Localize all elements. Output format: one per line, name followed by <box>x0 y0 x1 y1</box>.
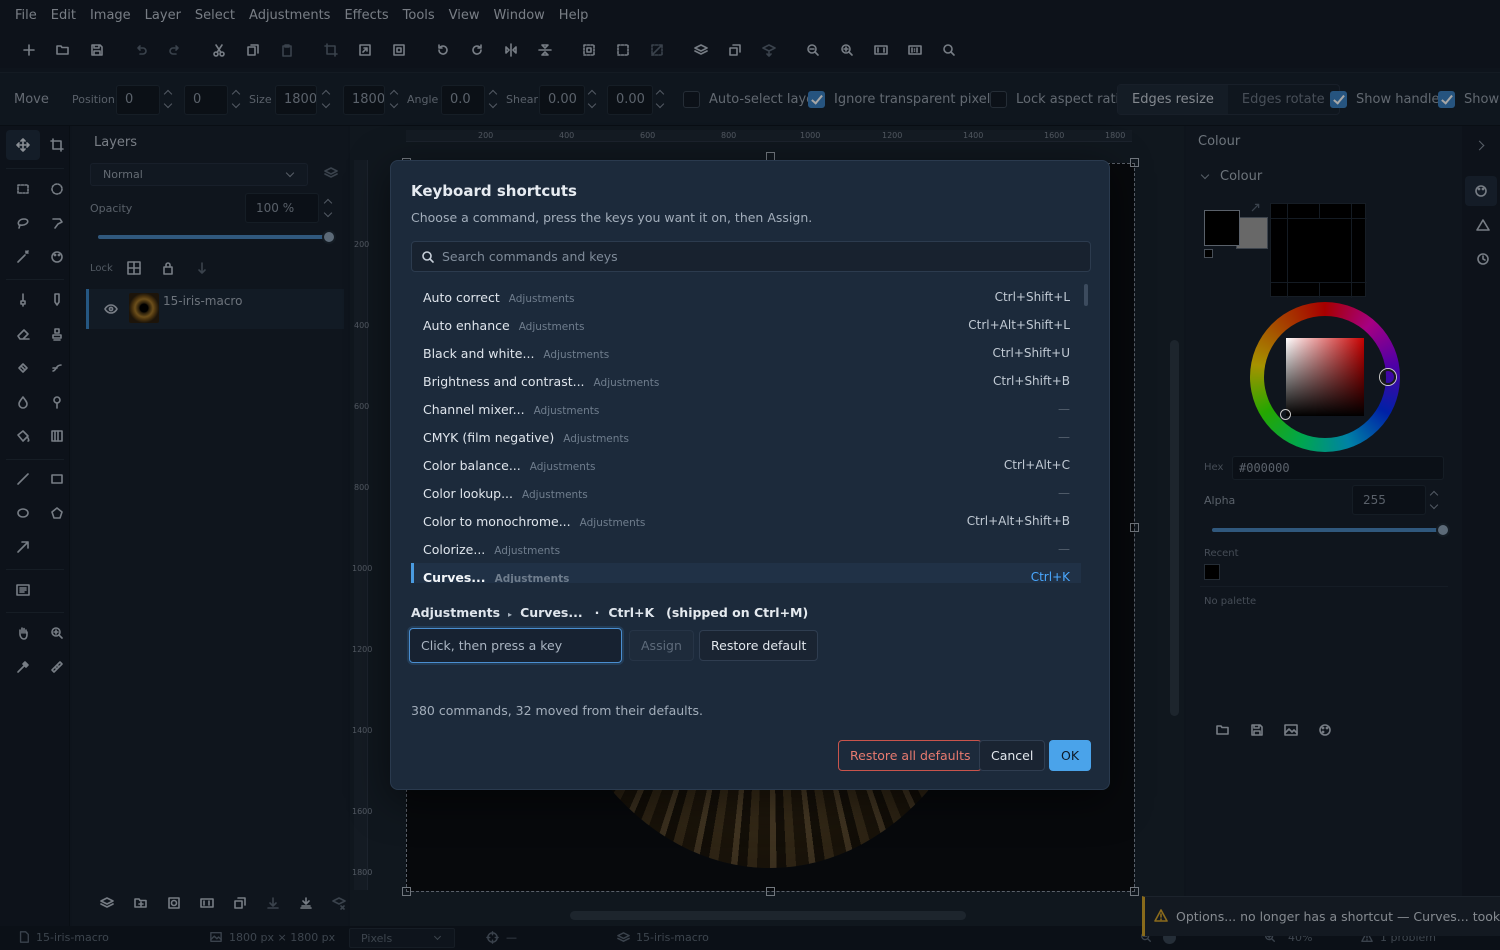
command-category: Adjustments <box>522 489 588 501</box>
breadcrumb-command: Curves... <box>520 605 583 620</box>
command-shortcut: — <box>1058 430 1070 444</box>
command-category: Adjustments <box>529 461 596 473</box>
command-name: CMYK (film negative) Adjustments <box>423 430 629 445</box>
command-name: Brightness and contrast... Adjustments <box>423 374 659 389</box>
command-shortcut: Ctrl+Alt+Shift+B <box>966 514 1070 528</box>
command-shortcut: — <box>1058 486 1070 500</box>
command-label: Curves... <box>423 570 486 583</box>
dialog-title: Keyboard shortcuts <box>411 182 577 200</box>
command-category: Adjustments <box>579 517 646 529</box>
command-category: Adjustments <box>563 433 630 445</box>
command-label: Colorize... <box>423 542 486 557</box>
command-label: Black and white... <box>423 346 535 361</box>
command-category: Adjustments <box>508 293 575 305</box>
assign-button[interactable]: Assign <box>629 630 694 661</box>
command-name: Color to monochrome... Adjustments <box>423 514 645 529</box>
command-category: Adjustments <box>533 405 600 417</box>
command-category: Adjustments <box>593 377 660 389</box>
command-label: Brightness and contrast... <box>423 374 585 389</box>
command-category: Adjustments <box>543 349 610 361</box>
command-name: Colorize... Adjustments <box>423 542 560 557</box>
command-name: Black and white... Adjustments <box>423 346 609 361</box>
command-label: Auto enhance <box>423 318 510 333</box>
command-count-text: 380 commands, 32 moved from their defaul… <box>411 703 704 718</box>
command-shortcut: — <box>1058 542 1070 556</box>
restore-all-defaults-button[interactable]: Restore all defaults <box>838 740 983 771</box>
command-row[interactable]: Color balance... Adjustments Ctrl+Alt+C <box>411 451 1081 479</box>
command-name: Color lookup... Adjustments <box>423 486 588 501</box>
command-label: Color lookup... <box>423 486 514 501</box>
command-name: Auto correct Adjustments <box>423 290 575 305</box>
command-label: Color balance... <box>423 458 521 473</box>
breadcrumb-keys: Ctrl+K <box>608 605 655 620</box>
breadcrumb-shipped: (shipped on Ctrl+M) <box>666 605 809 620</box>
command-row[interactable]: Colorize... Adjustments — <box>411 535 1081 563</box>
command-row[interactable]: Color lookup... Adjustments — <box>411 479 1081 507</box>
command-row[interactable]: Color to monochrome... Adjustments Ctrl+Al… <box>411 507 1081 535</box>
colour-picker-ring[interactable] <box>1280 409 1291 420</box>
command-category: Adjustments <box>518 321 585 333</box>
command-shortcut: Ctrl+Alt+Shift+L <box>968 318 1070 332</box>
search-input[interactable] <box>442 242 1082 271</box>
search-icon <box>421 250 435 267</box>
command-shortcut: Ctrl+Shift+L <box>994 290 1070 304</box>
command-row[interactable]: Channel mixer... Adjustments — <box>411 395 1081 423</box>
command-list: Auto correct Adjustments Ctrl+Shift+L Auto … <box>411 283 1081 583</box>
command-shortcut: Ctrl+K <box>1030 570 1070 583</box>
command-row[interactable]: Black and white... Adjustments Ctrl+Shift+… <box>411 339 1081 367</box>
command-shortcut: — <box>1058 402 1070 416</box>
command-name: Auto enhance Adjustments <box>423 318 584 333</box>
command-label: Auto correct <box>423 290 500 305</box>
breadcrumb-category: Adjustments <box>411 605 501 620</box>
restore-default-button[interactable]: Restore default <box>699 630 819 661</box>
command-row[interactable]: CMYK (film negative) Adjustments — <box>411 423 1081 451</box>
dialog-subtitle: Choose a command, press the keys you wan… <box>411 210 813 225</box>
command-shortcut: Ctrl+Shift+U <box>992 346 1070 360</box>
command-row[interactable]: Auto correct Adjustments Ctrl+Shift+L <box>411 283 1081 311</box>
hue-picker-ring[interactable] <box>1380 369 1396 385</box>
command-row[interactable]: Curves... Adjustments Ctrl+K <box>411 563 1081 583</box>
keyboard-shortcuts-dialog: Keyboard shortcuts Choose a command, pre… <box>390 160 1110 790</box>
search-box <box>411 241 1091 272</box>
cancel-button[interactable]: Cancel <box>979 740 1046 771</box>
command-category: Adjustments <box>494 545 561 557</box>
command-name: Curves... Adjustments <box>423 570 569 583</box>
command-label: CMYK (film negative) <box>423 430 555 445</box>
command-name: Color balance... Adjustments <box>423 458 596 473</box>
ok-button[interactable]: OK <box>1049 740 1092 771</box>
command-category: Adjustments <box>494 573 570 583</box>
command-shortcut: Ctrl+Alt+C <box>1003 458 1070 472</box>
command-row[interactable]: Brightness and contrast... Adjustments Ctr… <box>411 367 1081 395</box>
key-capture-field[interactable]: Click, then press a key <box>409 628 622 663</box>
breadcrumb-separator: · <box>594 605 600 620</box>
command-row[interactable]: Auto enhance Adjustments Ctrl+Alt+Shift+L <box>411 311 1081 339</box>
command-label: Channel mixer... <box>423 402 525 417</box>
command-name: Channel mixer... Adjustments <box>423 402 599 417</box>
saturation-value-square[interactable] <box>1286 338 1364 416</box>
command-list-scrollbar[interactable] <box>1084 284 1088 306</box>
breadcrumb-arrow-icon: ▸ <box>508 610 513 619</box>
selected-command-breadcrumb: Adjustments ▸ Curves... · Ctrl+K (shipped on … <box>411 605 816 620</box>
command-shortcut: Ctrl+Shift+B <box>993 374 1070 388</box>
command-label: Color to monochrome... <box>423 514 571 529</box>
